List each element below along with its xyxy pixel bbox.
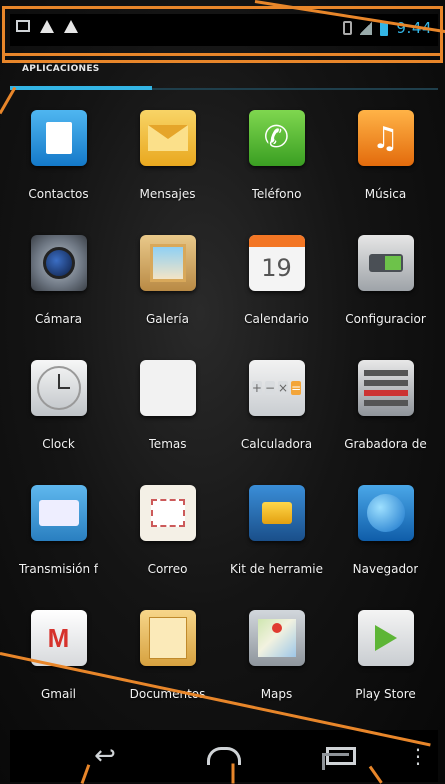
app-temas[interactable]: Temas xyxy=(113,354,222,479)
app-galeria[interactable]: Galería xyxy=(113,229,222,354)
menu-icon: ⋮ xyxy=(408,744,428,768)
app-label: Temas xyxy=(148,437,187,451)
app-contactos[interactable]: Contactos xyxy=(4,104,113,229)
app-label: Clock xyxy=(42,437,75,451)
gmail-icon: M xyxy=(30,610,87,666)
app-label: Calendario xyxy=(244,312,309,326)
app-grabadora[interactable]: Grabadora de xyxy=(331,354,440,479)
app-configuracion[interactable]: Configuracior xyxy=(331,229,440,354)
app-label: Kit de herramie xyxy=(230,562,323,576)
app-label: Calculadora xyxy=(240,437,313,451)
app-label: Play Store xyxy=(355,687,416,701)
app-label: Música xyxy=(364,187,407,201)
calendar-day: 19 xyxy=(261,254,292,282)
documents-icon xyxy=(139,610,196,666)
app-kit-herramientas[interactable]: Kit de herramie xyxy=(222,479,331,604)
app-mensajes[interactable]: Mensajes xyxy=(113,104,222,229)
maps-icon xyxy=(248,610,305,666)
tab-indicator xyxy=(10,86,152,90)
app-label: Galería xyxy=(146,312,189,326)
camera-icon xyxy=(30,235,87,291)
sim-toolkit-icon xyxy=(248,485,305,541)
back-icon: ↩ xyxy=(94,741,116,771)
clock-icon xyxy=(30,360,87,416)
app-label: Contactos xyxy=(28,187,89,201)
app-label: Transmisión f xyxy=(18,562,99,576)
app-grid: Contactos Mensajes ✆ Teléfono ♫ Música C… xyxy=(4,104,441,729)
radio-icon xyxy=(30,485,87,541)
app-label: Cámara xyxy=(34,312,83,326)
app-label: Correo xyxy=(147,562,188,576)
app-navegador[interactable]: Navegador xyxy=(331,479,440,604)
app-play-store[interactable]: Play Store xyxy=(331,604,440,729)
recorder-icon xyxy=(357,360,414,416)
tab-aplicaciones[interactable]: APLICACIONES xyxy=(22,64,100,74)
app-calendario[interactable]: 19 Calendario xyxy=(222,229,331,354)
app-label: Grabadora de xyxy=(344,437,427,451)
tab-highlight xyxy=(2,53,443,63)
app-label: Gmail xyxy=(40,687,76,701)
contacts-icon xyxy=(30,110,87,166)
app-label: Teléfono xyxy=(251,187,302,201)
app-label: Configuracior xyxy=(345,312,426,326)
phone-icon: ✆ xyxy=(248,110,305,166)
app-correo[interactable]: Correo xyxy=(113,479,222,604)
mail-icon xyxy=(139,485,196,541)
home-icon xyxy=(207,747,241,765)
app-calculadora[interactable]: + − × = Calculadora xyxy=(222,354,331,479)
play-store-icon xyxy=(357,610,414,666)
settings-icon xyxy=(357,235,414,291)
app-transmision[interactable]: Transmisión f xyxy=(4,479,113,604)
app-camara[interactable]: Cámara xyxy=(4,229,113,354)
browser-icon xyxy=(357,485,414,541)
app-telefono[interactable]: ✆ Teléfono xyxy=(222,104,331,229)
app-musica[interactable]: ♫ Música xyxy=(331,104,440,229)
status-bar-highlight xyxy=(2,6,443,56)
app-label: Navegador xyxy=(352,562,419,576)
app-clock[interactable]: Clock xyxy=(4,354,113,479)
annotation-arrow xyxy=(231,763,235,784)
phone-screen: 9:44 APLICACIONES Contactos Mensajes ✆ T… xyxy=(0,0,445,784)
calculator-icon: + − × = xyxy=(248,360,305,416)
home-button[interactable] xyxy=(199,740,249,772)
app-label: Maps xyxy=(260,687,293,701)
recents-icon xyxy=(322,747,356,770)
calendar-icon: 19 xyxy=(248,235,305,291)
music-icon: ♫ xyxy=(357,110,414,166)
gallery-icon xyxy=(139,235,196,291)
app-documentos[interactable]: Documentos xyxy=(113,604,222,729)
themes-icon xyxy=(139,360,196,416)
app-label: Mensajes xyxy=(139,187,196,201)
recents-button[interactable] xyxy=(316,740,366,772)
messages-icon xyxy=(139,110,196,166)
